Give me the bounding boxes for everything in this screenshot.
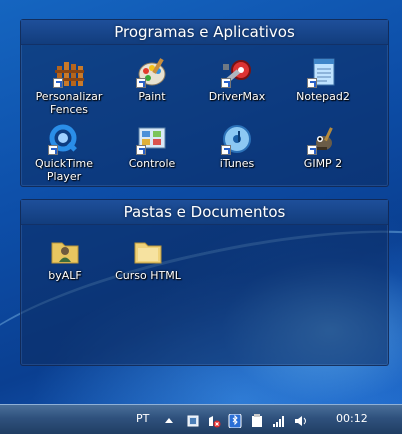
desktop-icon-itunes[interactable]: iTunes: [199, 123, 275, 170]
taskbar-clock[interactable]: 00:12: [336, 412, 368, 425]
fence-title[interactable]: Programas e Aplicativos: [21, 20, 388, 45]
paint-icon: [136, 56, 168, 88]
desktop-icon-quicktime-player[interactable]: QuickTime Player: [26, 123, 102, 183]
control-panel-icon: [136, 123, 168, 155]
desktop-icon-label: Paint: [138, 90, 166, 103]
desktop-icon-label: GIMP 2: [303, 157, 343, 170]
desktop-icon-label: Personalizar Fences: [35, 90, 103, 116]
quicktime-icon: [48, 123, 80, 155]
network-signal-icon[interactable]: [272, 413, 286, 427]
volume-icon[interactable]: [294, 413, 308, 427]
desktop-icon-gimp-2[interactable]: GIMP 2: [285, 123, 361, 170]
folder-icon: [132, 235, 164, 267]
bluetooth-icon[interactable]: [228, 413, 242, 429]
fence-folders: Pastas e Documentos byALF Curso HTML: [20, 199, 389, 366]
desktop-icon-notepad2[interactable]: Notepad2: [285, 56, 361, 103]
desktop-icon-label: iTunes: [219, 157, 255, 170]
user-folder-icon: [49, 235, 81, 267]
desktop-icon-controle[interactable]: Controle: [114, 123, 190, 170]
desktop-icon-label: Controle: [128, 157, 176, 170]
desktop-icon-curso-html[interactable]: Curso HTML: [110, 235, 186, 282]
desktop-icon-label: Curso HTML: [115, 269, 181, 282]
fence-title[interactable]: Pastas e Documentos: [21, 200, 388, 225]
desktop-icon-personalizar-fences[interactable]: Personalizar Fences: [31, 56, 107, 116]
show-hidden-icons-icon[interactable]: [162, 413, 176, 427]
language-indicator[interactable]: PT: [136, 412, 149, 425]
desktop-icon-byalf[interactable]: byALF: [27, 235, 103, 282]
taskbar: PT 00:12: [0, 404, 402, 434]
fence-programs: Programas e Aplicativos Personalizar Fen…: [20, 19, 389, 187]
gimp-icon: [307, 123, 339, 155]
drivermax-icon: [221, 56, 253, 88]
desktop-icon-label: Notepad2: [296, 90, 350, 103]
fences-icon: [53, 56, 85, 88]
desktop-icon-drivermax[interactable]: DriverMax: [199, 56, 275, 103]
notepad-icon: [307, 56, 339, 88]
desktop-icon-paint[interactable]: Paint: [114, 56, 190, 103]
tray-app-icon[interactable]: [186, 413, 200, 427]
desktop-icon-label: DriverMax: [208, 90, 266, 103]
action-center-icon[interactable]: [207, 413, 221, 428]
desktop-icon-label: QuickTime Player: [34, 157, 94, 183]
desktop-icon-label: byALF: [48, 269, 82, 282]
clipboard-icon[interactable]: [250, 413, 264, 427]
itunes-icon: [221, 123, 253, 155]
desktop: Programas e Aplicativos Personalizar Fen…: [0, 0, 402, 404]
